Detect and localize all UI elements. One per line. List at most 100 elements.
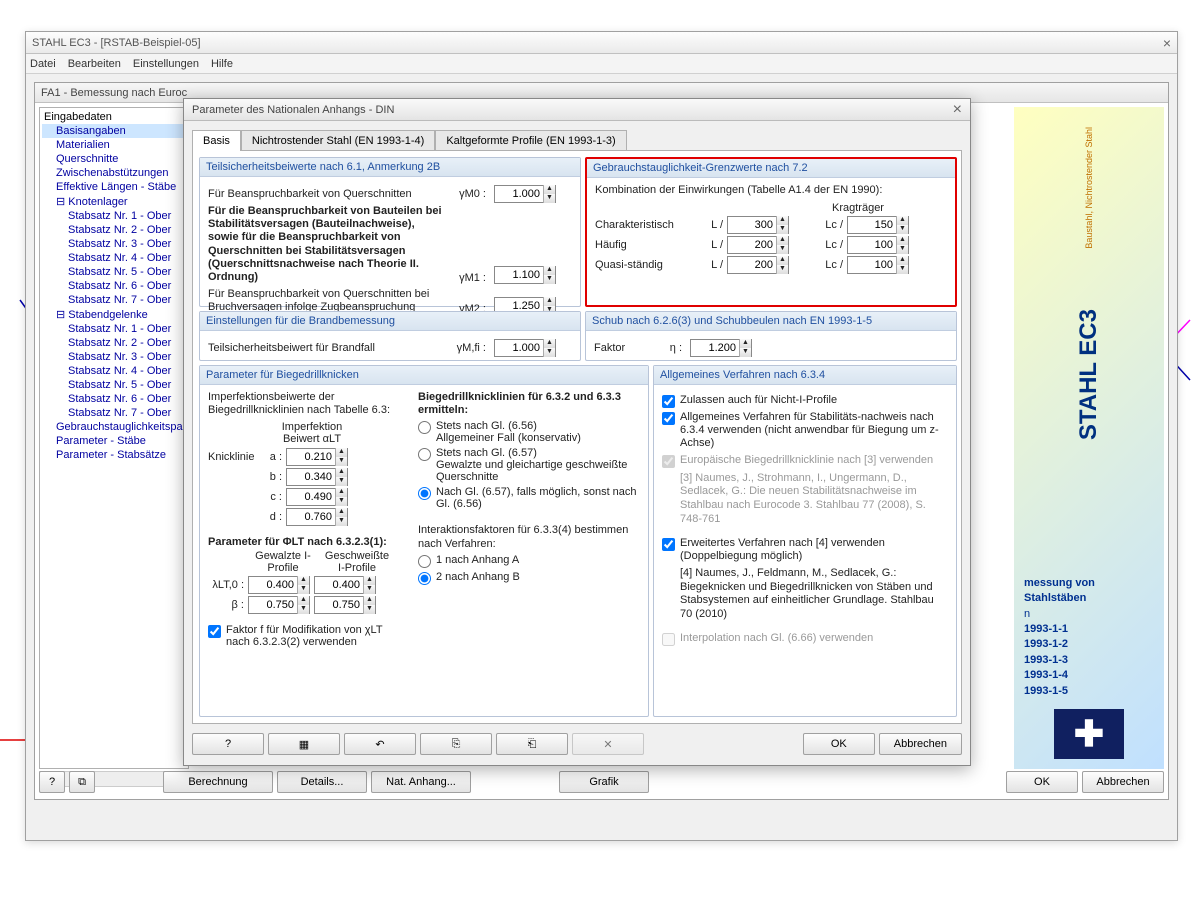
group-shear: Schub nach 6.2.6(3) und Schubbeulen nach… [585, 311, 957, 361]
tree-item[interactable]: Parameter - Stäbe [42, 434, 186, 448]
tool-icon-1[interactable]: ⧉ [69, 771, 95, 793]
tree-item[interactable]: Stabsatz Nr. 1 - Ober [42, 209, 186, 223]
tree-item[interactable]: Gebrauchstauglichkeitspa [42, 420, 186, 434]
brand-refs: messung von Stahlstäben n 1993-1-1 1993-… [1014, 566, 1164, 709]
module-footer: ? ⧉ Berechnung Details... Nat. Anhang...… [39, 769, 1164, 795]
details-button[interactable]: Details... [277, 771, 367, 793]
tree-item[interactable]: Zwischenabstützungen [42, 166, 186, 180]
tree-item[interactable]: Stabsatz Nr. 7 - Ober [42, 406, 186, 420]
tree-item[interactable]: Stabsatz Nr. 2 - Ober [42, 223, 186, 237]
group-service-head: Gebrauchstauglichkeit-Grenzwerte nach 7.… [587, 159, 955, 178]
quasi-L-input[interactable]: ▲▼ [727, 256, 789, 274]
grafik-button[interactable]: Grafik [559, 771, 649, 793]
menu-help[interactable]: Hilfe [211, 58, 233, 70]
brand-panel: Baustahl, Nichtrostender Stahl STAHL EC3… [1014, 107, 1164, 769]
dlg-tool-1-icon[interactable]: ▦ [268, 733, 340, 755]
gamma-m1-input[interactable]: ▲▼ [494, 266, 556, 284]
tab-stainless[interactable]: Nichtrostender Stahl (EN 1993-1-4) [241, 130, 435, 151]
tree-item[interactable]: ⊟ Stabendgelenke [42, 307, 186, 322]
natanhang-button[interactable]: Nat. Anhang... [371, 771, 471, 793]
dlg-tool-3-icon[interactable]: ⎘ [420, 733, 492, 755]
module-ok-button[interactable]: OK [1006, 771, 1078, 793]
dialog-title: Parameter des Nationalen Anhangs - DIN [192, 104, 394, 116]
dialog-close-icon[interactable]: × [953, 101, 962, 119]
brand-logo: STAHL EC3 [1075, 309, 1103, 440]
extended-method-check[interactable]: Erweitertes Verfahren nach [4] verwenden… [662, 537, 948, 563]
dlg-tool-2-icon[interactable]: ↶ [344, 733, 416, 755]
alpha-b-input[interactable]: ▲▼ [286, 468, 348, 486]
curve-657-radio[interactable]: Stets nach Gl. (6.57)Gewalzte und gleich… [418, 447, 640, 483]
app-close-icon[interactable]: × [1163, 35, 1171, 51]
eta-input[interactable]: ▲▼ [690, 339, 752, 357]
tree-item[interactable]: Stabsatz Nr. 1 - Ober [42, 322, 186, 336]
european-curve-check: Europäische Biegedrillknicklinie nach [3… [662, 454, 948, 468]
tree-item[interactable]: Stabsatz Nr. 6 - Ober [42, 392, 186, 406]
tree-item[interactable]: Stabsatz Nr. 5 - Ober [42, 265, 186, 279]
dlg-tool-4-icon[interactable]: ⎗ [496, 733, 568, 755]
tree-item[interactable]: Stabsatz Nr. 2 - Ober [42, 336, 186, 350]
tree-item[interactable]: Stabsatz Nr. 4 - Ober [42, 364, 186, 378]
group-general: Allgemeines Verfahren nach 6.3.4 Zulasse… [653, 365, 957, 717]
dialog-ok-button[interactable]: OK [803, 733, 875, 755]
beta-welded-input[interactable]: ▲▼ [314, 596, 376, 614]
app-titlebar: STAHL EC3 - [RSTAB-Beispiel-05] × [26, 32, 1177, 54]
beta-rolled-input[interactable]: ▲▼ [248, 596, 310, 614]
calc-button[interactable]: Berechnung [163, 771, 273, 793]
tree-item[interactable]: Stabsatz Nr. 6 - Ober [42, 279, 186, 293]
freq-Lc-input[interactable]: ▲▼ [847, 236, 909, 254]
module-cancel-button[interactable]: Abbrechen [1082, 771, 1164, 793]
factor-f-check[interactable]: Faktor f für Modifikation von χLT nach 6… [208, 624, 408, 648]
alpha-a-input[interactable]: ▲▼ [286, 448, 348, 466]
parameter-dialog: Parameter des Nationalen Anhangs - DIN ×… [183, 98, 971, 766]
help-icon[interactable]: ? [39, 771, 65, 793]
group-serviceability: Gebrauchstauglichkeit-Grenzwerte nach 7.… [585, 157, 957, 307]
tree-item[interactable]: Parameter - Stabsätze [42, 448, 186, 462]
gamma-mfi-input[interactable]: ▲▼ [494, 339, 556, 357]
group-ltb: Parameter für Biegedrillknicken Imperfek… [199, 365, 649, 717]
tree-item[interactable]: Eingabedaten [42, 110, 186, 124]
group-fire: Einstellungen für die Brandbemessung Tei… [199, 311, 581, 361]
curve-657-656-radio[interactable]: Nach Gl. (6.57), falls möglich, sonst na… [418, 486, 640, 510]
char-L-input[interactable]: ▲▼ [727, 216, 789, 234]
menu-file[interactable]: Datei [30, 58, 56, 70]
tree-item[interactable]: Stabsatz Nr. 3 - Ober [42, 350, 186, 364]
quasi-Lc-input[interactable]: ▲▼ [847, 256, 909, 274]
tree-item[interactable]: Stabsatz Nr. 3 - Ober [42, 237, 186, 251]
alpha-c-input[interactable]: ▲▼ [286, 488, 348, 506]
alpha-d-input[interactable]: ▲▼ [286, 508, 348, 526]
allow-non-i-check[interactable]: Zulassen auch für Nicht-I-Profile [662, 394, 948, 408]
gamma-m0-input[interactable]: ▲▼ [494, 185, 556, 203]
general-method-check[interactable]: Allgemeines Verfahren für Stabilitäts-na… [662, 411, 948, 451]
dialog-titlebar: Parameter des Nationalen Anhangs - DIN × [184, 99, 970, 121]
annex-a-radio[interactable]: 1 nach Anhang A [418, 554, 640, 568]
tree-item[interactable]: Stabsatz Nr. 7 - Ober [42, 293, 186, 307]
menubar: Datei Bearbeiten Einstellungen Hilfe [26, 54, 1177, 74]
tree-item[interactable]: Stabsatz Nr. 4 - Ober [42, 251, 186, 265]
tab-coldformed[interactable]: Kaltgeformte Profile (EN 1993-1-3) [435, 130, 626, 151]
interpolation-check: Interpolation nach Gl. (6.66) verwenden [662, 632, 948, 646]
curve-656-radio[interactable]: Stets nach Gl. (6.56)Allgemeiner Fall (k… [418, 420, 640, 444]
char-Lc-input[interactable]: ▲▼ [847, 216, 909, 234]
nav-tree[interactable]: EingabedatenBasisangabenMaterialienQuers… [39, 107, 189, 769]
tree-item[interactable]: Materialien [42, 138, 186, 152]
lambda-rolled-input[interactable]: ▲▼ [248, 576, 310, 594]
tree-item[interactable]: ⊟ Knotenlager [42, 194, 186, 209]
dlg-tool-5-icon[interactable]: ✕ [572, 733, 644, 755]
annex-b-radio[interactable]: 2 nach Anhang B [418, 571, 640, 585]
brand-icon [1054, 709, 1124, 759]
menu-edit[interactable]: Bearbeiten [68, 58, 121, 70]
tree-item[interactable]: Basisangaben [42, 124, 186, 138]
dialog-tabs: Basis Nichtrostender Stahl (EN 1993-1-4)… [184, 121, 970, 150]
tree-item[interactable]: Stabsatz Nr. 5 - Ober [42, 378, 186, 392]
tree-item[interactable]: Querschnitte [42, 152, 186, 166]
dialog-footer: ? ▦ ↶ ⎘ ⎗ ✕ OK Abbrechen [192, 731, 962, 757]
dialog-cancel-button[interactable]: Abbrechen [879, 733, 962, 755]
tab-body: Teilsicherheitsbeiwerte nach 6.1, Anmerk… [192, 150, 962, 724]
lambda-welded-input[interactable]: ▲▼ [314, 576, 376, 594]
tree-item[interactable]: Effektive Längen - Stäbe [42, 180, 186, 194]
freq-L-input[interactable]: ▲▼ [727, 236, 789, 254]
tab-basis[interactable]: Basis [192, 130, 241, 151]
dlg-help-icon[interactable]: ? [192, 733, 264, 755]
menu-settings[interactable]: Einstellungen [133, 58, 199, 70]
brand-sub: Baustahl, Nichtrostender Stahl [1084, 127, 1094, 249]
